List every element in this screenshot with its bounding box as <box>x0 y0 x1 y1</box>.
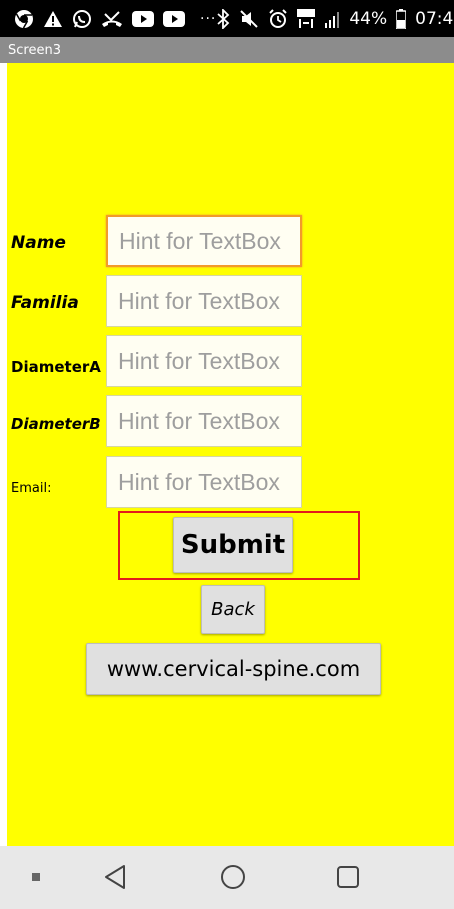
mute-icon <box>239 9 259 29</box>
screen-title-bar: Screen3 <box>0 37 454 63</box>
hd-network-icon <box>297 8 316 29</box>
phone-screen: ··· 44% 07:45 Screen3 <box>0 0 454 909</box>
website-link-button[interactable]: www.cervical-spine.com <box>86 643 381 695</box>
home-circle-icon[interactable] <box>220 864 246 890</box>
battery-percent: 44% <box>349 8 388 29</box>
familia-label: Familia <box>11 293 79 313</box>
navigation-bar <box>0 846 454 909</box>
status-bar: ··· 44% 07:45 <box>0 0 454 37</box>
youtube-icon <box>132 10 154 27</box>
chrome-icon <box>14 9 34 29</box>
clock: 07:45 <box>415 8 454 29</box>
email-label: Email: <box>11 481 52 496</box>
screen-title: Screen3 <box>8 42 61 58</box>
diameter-b-input[interactable] <box>106 395 302 447</box>
status-bar-notifications: ··· <box>14 9 216 29</box>
email-input[interactable] <box>106 456 302 508</box>
back-button[interactable]: Back <box>201 585 265 634</box>
recent-apps-dot-icon[interactable] <box>31 872 41 882</box>
familia-input[interactable] <box>106 275 302 327</box>
form-screen: Name Familia DiameterA DiameterB Email: … <box>7 63 454 846</box>
alarm-icon <box>268 8 288 29</box>
diameter-a-label: DiameterA <box>11 358 101 376</box>
whatsapp-icon <box>72 9 92 29</box>
warning-icon <box>43 10 63 28</box>
name-input[interactable] <box>106 215 302 267</box>
signal-icon <box>324 10 340 28</box>
back-triangle-icon[interactable] <box>103 864 127 890</box>
more-notifications-indicator: ··· <box>200 10 217 27</box>
name-label: Name <box>11 233 66 253</box>
status-bar-system: 44% 07:45 <box>216 8 454 29</box>
diameter-a-input[interactable] <box>106 335 302 387</box>
battery-icon <box>396 8 407 29</box>
overview-square-icon[interactable] <box>336 865 360 889</box>
missed-call-icon <box>101 10 123 28</box>
submit-button[interactable]: Submit <box>173 517 293 573</box>
bluetooth-icon <box>216 8 230 29</box>
youtube-icon <box>163 10 185 27</box>
diameter-b-label: DiameterB <box>11 415 101 433</box>
